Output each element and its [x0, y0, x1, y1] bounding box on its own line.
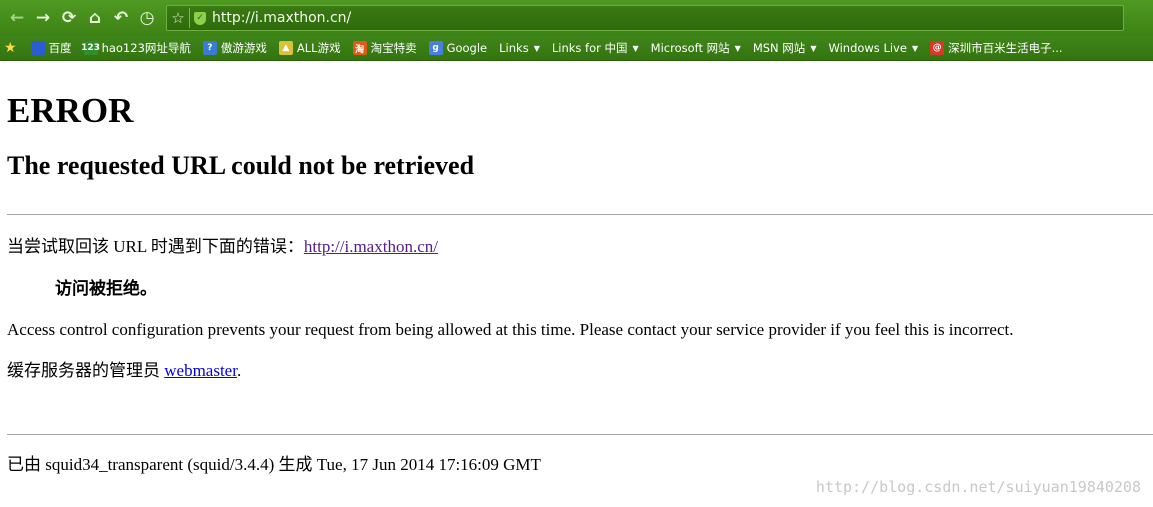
dropdown-caret-icon: ▼	[632, 43, 639, 53]
address-separator	[189, 8, 190, 28]
bookmark-label: Links	[499, 41, 529, 55]
bookmark-item[interactable]: Links ▼	[499, 41, 540, 55]
forward-arrow-icon[interactable]: →	[30, 5, 56, 31]
admin-suffix: .	[236, 361, 242, 380]
bookmark-label: Windows Live	[828, 41, 907, 55]
admin-prefix: 缓存服务器的管理员	[7, 361, 165, 380]
undo-close-icon[interactable]: ↶	[108, 5, 134, 31]
address-bar[interactable]: ☆ http://i.maxthon.cn/	[166, 5, 1124, 31]
bookmark-item[interactable]: MSN 网站 ▼	[753, 40, 817, 56]
attempt-line: 当尝试取回该 URL 时遇到下面的错误：http://i.maxthon.cn/	[7, 237, 438, 257]
address-url[interactable]: http://i.maxthon.cn/	[212, 10, 351, 26]
favorite-star-icon[interactable]: ☆	[167, 9, 189, 27]
hao123-icon: 123	[81, 41, 100, 55]
bookmark-item[interactable]: Windows Live ▼	[828, 41, 918, 55]
baidu-paw-icon: 🐾	[30, 41, 45, 55]
bookmark-label: 淘宝特卖	[370, 41, 417, 55]
refresh-icon[interactable]: ⟳	[56, 5, 82, 31]
footer-generated: 已由 squid34_transparent (squid/3.4.4) 生成 …	[7, 455, 541, 474]
bookmark-item[interactable]: 淘淘宝特卖	[352, 40, 417, 56]
bookmark-label: Google	[446, 41, 488, 55]
divider-top	[7, 214, 1153, 215]
home-icon[interactable]: ⌂	[82, 5, 108, 31]
bookmark-label: hao123网址导航	[101, 41, 191, 55]
navigation-bar: ← → ⟳ ⌂ ↶ ◷ ☆ http://i.maxthon.cn/	[0, 0, 1153, 36]
bookmarks-bar: ★ 🐾 百度 123 hao123网址导航? 傲游游戏 ▲ ALL游戏淘淘宝特卖 g Googl…	[0, 36, 1153, 61]
error-page: ERROR The requested URL could not be ret…	[7, 61, 1153, 181]
game-icon: ▲	[278, 41, 293, 55]
dropdown-caret-icon: ▼	[734, 43, 741, 53]
bookmark-label: ALL游戏	[296, 41, 341, 55]
admin-line: 缓存服务器的管理员 webmaster.	[7, 361, 241, 381]
webmaster-link[interactable]: webmaster	[164, 361, 237, 380]
dropdown-caret-icon: ▼	[533, 43, 540, 53]
at-icon: @	[930, 41, 945, 55]
bookmark-item[interactable]: g Google	[428, 41, 488, 55]
dropdown-caret-icon: ▼	[810, 43, 817, 53]
bookmark-item[interactable]: ▲ ALL游戏	[278, 40, 341, 56]
security-shield-icon	[194, 11, 206, 25]
error-title: 访问被拒绝。	[55, 279, 157, 298]
bookmark-label: 百度	[48, 41, 72, 55]
taobao-icon: 淘	[352, 41, 367, 55]
back-arrow-icon[interactable]: ←	[4, 5, 30, 31]
bookmark-item[interactable]: 123 hao123网址导航	[81, 40, 191, 56]
history-clock-icon[interactable]: ◷	[134, 5, 160, 31]
bookmarks-star-icon[interactable]: ★	[4, 40, 17, 56]
bookmark-item[interactable]: Microsoft 网站 ▼	[651, 40, 741, 56]
bookmark-label: 深圳市百米生活电子...	[948, 41, 1063, 55]
bookmark-item[interactable]: @ 深圳市百米生活电子...	[930, 40, 1063, 56]
bookmark-label: MSN 网站	[752, 41, 806, 55]
maxthon-game-icon: ?	[202, 41, 217, 55]
google-icon: g	[428, 41, 443, 55]
watermark: http://blog.csdn.net/suiyuan19840208	[815, 478, 1141, 496]
bookmark-item[interactable]: Links for 中国 ▼	[552, 40, 639, 56]
bookmark-label: Links for 中国	[551, 41, 628, 55]
attempt-prefix: 当尝试取回该 URL 时遇到下面的错误：	[7, 237, 304, 256]
bookmark-item[interactable]: ? 傲游游戏	[202, 40, 267, 56]
bookmark-label: 傲游游戏	[220, 41, 267, 55]
error-heading: ERROR	[7, 91, 134, 130]
error-explanation: Access control configuration prevents yo…	[7, 320, 1014, 339]
dropdown-caret-icon: ▼	[911, 43, 919, 53]
attempted-url-link[interactable]: http://i.maxthon.cn/	[304, 237, 438, 256]
error-subheading: The requested URL could not be retrieved	[7, 151, 475, 180]
bookmark-label: Microsoft 网站	[650, 41, 730, 55]
divider-bottom	[7, 434, 1153, 435]
bookmark-item[interactable]: 🐾 百度	[30, 40, 72, 56]
